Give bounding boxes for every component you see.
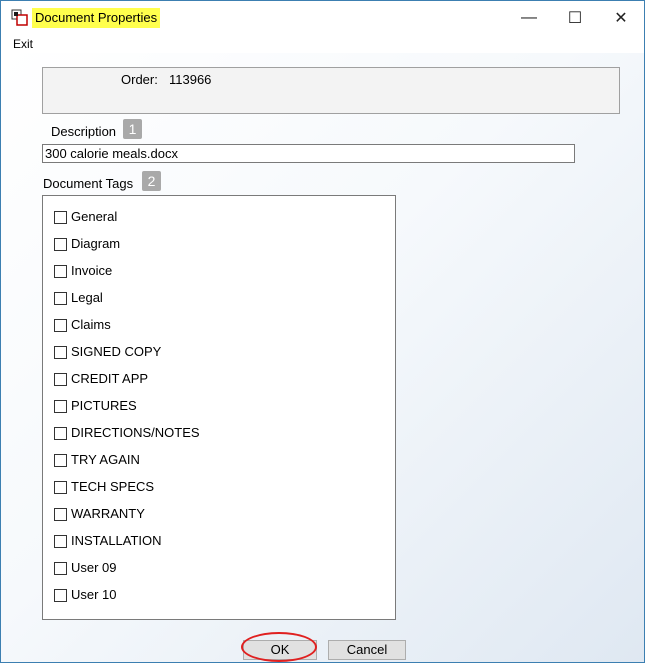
minimize-icon: — [521,9,537,26]
order-label: Order: [121,72,158,87]
checkbox[interactable] [54,507,67,521]
tag-label: TECH SPECS [71,479,155,494]
tag-item-try-again[interactable]: TRY AGAIN [54,451,140,469]
checkbox[interactable] [54,588,67,602]
tag-item-diagram[interactable]: Diagram [54,235,120,253]
checkbox[interactable] [54,318,67,332]
menu-exit[interactable]: Exit [13,37,33,51]
checkbox[interactable] [54,345,67,359]
tag-item-user-09[interactable]: User 09 [54,559,117,577]
tag-label: User 10 [71,587,117,602]
checkbox[interactable] [54,372,67,386]
window-title: Document Properties [32,8,161,28]
tag-item-credit-app[interactable]: CREDIT APP [54,370,148,388]
checkbox[interactable] [54,264,67,278]
tag-label: Claims [71,317,111,332]
tag-item-general[interactable]: General [54,208,117,226]
menu-bar: Exit [1,35,644,53]
tag-label: PICTURES [71,398,137,413]
document-tags-list: General Diagram Invoice Legal Claims SIG… [42,195,396,620]
tag-label: CREDIT APP [71,371,149,386]
tag-item-claims[interactable]: Claims [54,316,111,334]
description-input[interactable] [42,144,575,163]
checkbox[interactable] [54,453,67,467]
checkbox[interactable] [54,237,67,251]
order-info-panel: Order: 113966 [42,67,620,114]
checkbox[interactable] [54,480,67,494]
document-properties-window: Document Properties — ☐ ✕ Exit Order: 11… [0,0,645,663]
tag-item-pictures[interactable]: PICTURES [54,397,137,415]
tag-item-tech-specs[interactable]: TECH SPECS [54,478,154,496]
tag-label: Diagram [71,236,121,251]
cancel-button[interactable]: Cancel [328,640,406,660]
tag-label: Legal [71,290,103,305]
checkbox[interactable] [54,210,67,224]
description-label: Description [51,124,117,139]
document-tags-label: Document Tags [43,176,134,191]
minimize-button[interactable]: — [506,1,552,35]
app-icon [11,9,28,26]
close-button[interactable]: ✕ [598,1,644,35]
maximize-icon: ☐ [567,10,583,27]
tag-item-warranty[interactable]: WARRANTY [54,505,145,523]
tag-item-installation[interactable]: INSTALLATION [54,532,162,550]
tag-item-legal[interactable]: Legal [54,289,103,307]
tag-item-invoice[interactable]: Invoice [54,262,112,280]
checkbox[interactable] [54,291,67,305]
document-tags-step-badge: 2 [142,171,161,191]
description-step-badge: 1 [123,119,142,139]
tag-item-directions-notes[interactable]: DIRECTIONS/NOTES [54,424,200,442]
close-icon: ✕ [614,10,628,27]
tag-label: WARRANTY [71,506,145,521]
tag-label: Invoice [71,263,113,278]
tag-label: SIGNED COPY [71,344,162,359]
title-bar[interactable]: Document Properties — ☐ ✕ [1,1,644,35]
checkbox[interactable] [54,426,67,440]
maximize-button[interactable]: ☐ [552,1,598,35]
tag-label: TRY AGAIN [71,452,140,467]
checkbox[interactable] [54,561,67,575]
tag-item-signed-copy[interactable]: SIGNED COPY [54,343,161,361]
tag-item-user-10[interactable]: User 10 [54,586,117,604]
checkbox[interactable] [54,399,67,413]
tag-label: DIRECTIONS/NOTES [71,425,200,440]
tag-label: User 09 [71,560,117,575]
ok-button-annotation-circle [241,632,317,662]
tag-label: General [71,209,118,224]
order-number: 113966 [169,72,212,87]
dialog-body: Order: 113966 Description 1 Document Tag… [1,53,644,662]
checkbox[interactable] [54,534,67,548]
tag-label: INSTALLATION [71,533,162,548]
